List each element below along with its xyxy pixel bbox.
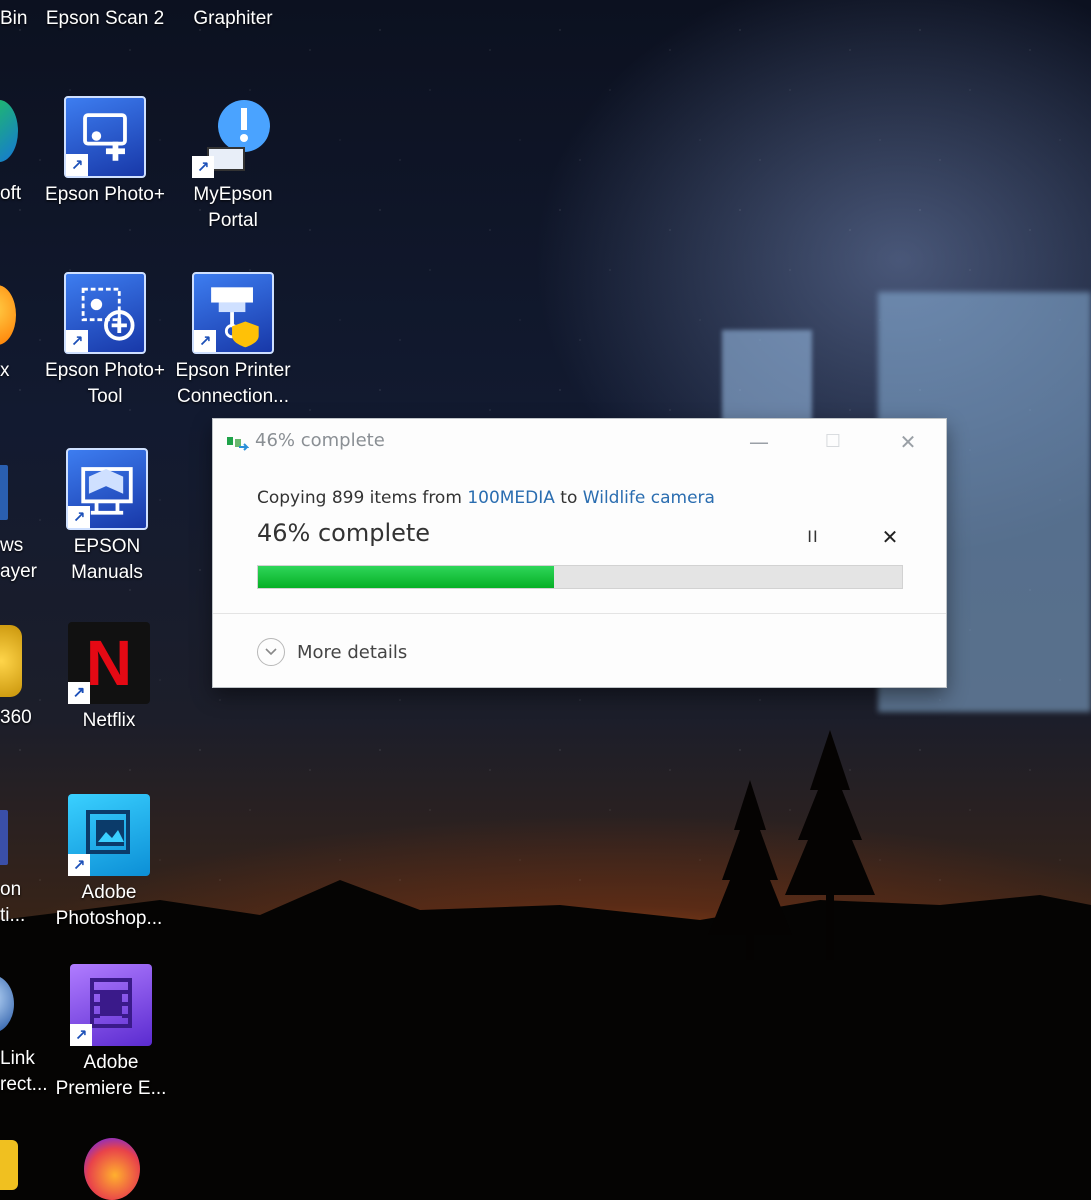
netflix-logo-glyph: N xyxy=(85,627,133,699)
dialog-title: 46% complete xyxy=(255,430,385,451)
epson-photo-plus-icon: ↗ xyxy=(64,96,146,178)
copy-progress-dialog: 46% complete — ☐ ✕ Copying 899 items fro… xyxy=(213,419,946,687)
cancel-copy-button[interactable]: ✕ xyxy=(877,525,903,549)
desktop-icon-label: rect... xyxy=(0,1074,48,1095)
partial-app-icon[interactable] xyxy=(0,465,8,520)
desktop-icon-label: Epson Printer Connection... xyxy=(175,360,291,407)
desktop-icon-label: x xyxy=(0,360,10,381)
maximize-button[interactable]: ☐ xyxy=(810,425,856,459)
desktop-icon-label: ti... xyxy=(0,905,26,926)
partial-app-icon[interactable] xyxy=(0,625,22,697)
desktop-icon-epson-photo-plus[interactable]: ↗ Epson Photo+ xyxy=(40,96,170,208)
adobe-premiere-elements-icon: ↗ xyxy=(70,964,152,1046)
shortcut-arrow-icon: ↗ xyxy=(66,330,88,352)
source-folder-link[interactable]: 100MEDIA xyxy=(467,488,555,508)
epson-printer-connection-icon: ↗ xyxy=(192,272,274,354)
desktop-icon-label: oft xyxy=(0,183,22,204)
desktop-icon-epson-printer-connection[interactable]: ↗ Epson Printer Connection... xyxy=(168,272,298,410)
desktop-icon-label: on xyxy=(0,879,22,900)
shortcut-arrow-icon: ↗ xyxy=(66,154,88,176)
status-middle: to xyxy=(554,488,583,508)
copy-operation-icon xyxy=(227,437,249,451)
netflix-icon: N ↗ xyxy=(68,622,150,704)
desktop-icon-epson-scan-2[interactable]: Epson Scan 2 xyxy=(40,6,170,32)
myepson-portal-icon: ↗ xyxy=(192,96,274,178)
more-details-button[interactable]: More details xyxy=(257,636,407,668)
partial-app-icon[interactable] xyxy=(0,810,8,865)
dialog-titlebar[interactable]: 46% complete — ☐ ✕ xyxy=(213,419,946,465)
desktop-icon-adobe-premiere-elements[interactable]: ↗ Adobe Premiere E... xyxy=(46,964,176,1102)
desktop-icon-label: 360 xyxy=(0,707,32,728)
status-prefix: Copying 899 items from xyxy=(257,488,468,508)
desktop-icon-label: Adobe Photoshop... xyxy=(55,882,163,929)
screen-glare xyxy=(722,330,812,425)
desktop-icon-epson-manuals[interactable]: ↗ EPSON Manuals xyxy=(42,448,172,586)
percent-complete: 46% complete xyxy=(257,519,431,547)
desktop-icon-adobe-photoshop[interactable]: ↗ Adobe Photoshop... xyxy=(44,794,174,932)
desktop-icon-netflix[interactable]: N ↗ Netflix xyxy=(44,622,174,734)
copy-status-line: Copying 899 items from 100MEDIA to Wildl… xyxy=(257,488,715,508)
firefox-icon[interactable] xyxy=(84,1138,140,1200)
desktop-icon-epson-photo-plus-tool[interactable]: ↗ Epson Photo+ Tool xyxy=(40,272,170,410)
shortcut-arrow-icon: ↗ xyxy=(192,156,214,178)
destination-folder-link[interactable]: Wildlife camera xyxy=(583,488,715,508)
desktop-icon-myepson-portal[interactable]: ↗ MyEpson Portal xyxy=(168,96,298,234)
desktop-icon-label: Adobe Premiere E... xyxy=(55,1052,167,1099)
progress-fill xyxy=(258,566,555,588)
minimize-button[interactable]: — xyxy=(736,425,782,459)
pause-button[interactable]: II xyxy=(801,527,825,549)
shortcut-arrow-icon: ↗ xyxy=(68,682,90,704)
shortcut-arrow-icon: ↗ xyxy=(68,854,90,876)
epson-manuals-icon: ↗ xyxy=(66,448,148,530)
desktop-icon-label: MyEpson Portal xyxy=(193,184,273,231)
partial-app-icon[interactable] xyxy=(0,1140,18,1190)
shortcut-arrow-icon: ↗ xyxy=(70,1024,92,1046)
desktop-icon-label: Epson Scan 2 xyxy=(45,8,165,29)
desktop-icon-label: Bin xyxy=(0,8,28,29)
wallpaper-trees xyxy=(708,730,875,960)
chevron-down-icon xyxy=(257,638,285,666)
epson-photo-plus-tool-icon: ↗ xyxy=(64,272,146,354)
desktop-icon-label: Link xyxy=(0,1048,35,1069)
desktop-icon-label: Graphiter xyxy=(193,8,273,29)
close-button[interactable]: ✕ xyxy=(885,425,931,459)
adobe-photoshop-icon: ↗ xyxy=(68,794,150,876)
desktop-icon-label: ws xyxy=(0,535,24,556)
desktop-icon-label: EPSON Manuals xyxy=(71,536,143,583)
dialog-divider xyxy=(213,613,946,614)
progress-bar xyxy=(257,565,903,589)
desktop-icon-label: Epson Photo+ xyxy=(45,184,165,205)
more-details-label: More details xyxy=(297,641,408,663)
desktop-icon-label: ayer xyxy=(0,561,37,582)
desktop-icon-label: Epson Photo+ Tool xyxy=(45,360,165,407)
shortcut-arrow-icon: ↗ xyxy=(194,330,216,352)
desktop-icon-label: Netflix xyxy=(82,710,136,731)
shortcut-arrow-icon: ↗ xyxy=(68,506,90,528)
desktop-icon-graphiter[interactable]: Graphiter xyxy=(168,6,298,32)
